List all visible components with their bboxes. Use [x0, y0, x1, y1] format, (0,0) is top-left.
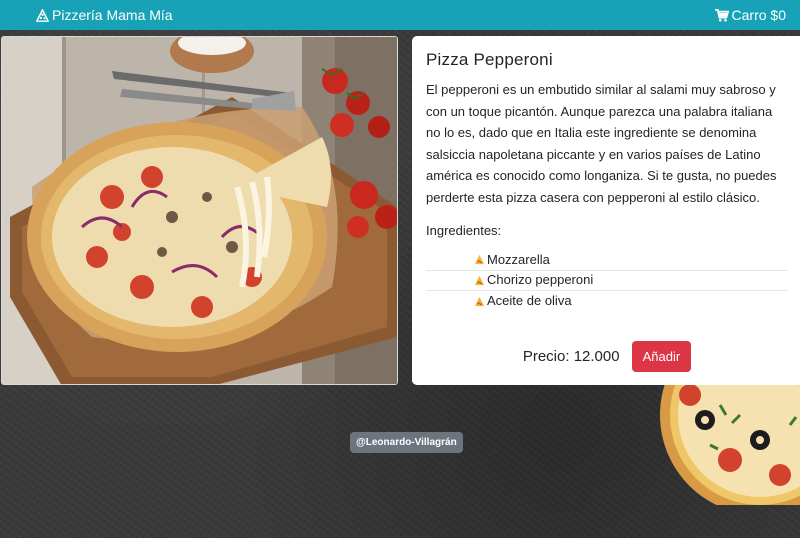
product-image: [1, 36, 398, 385]
pizza-slice-icon: [474, 275, 485, 285]
list-item: Aceite de oliva: [426, 291, 788, 312]
navbar: Pizzería Mama Mía Carro $0: [0, 0, 800, 30]
credit-badge: @Leonardo-Villagrán: [350, 432, 463, 453]
price-label: Precio: 12.000: [522, 347, 620, 365]
list-item: Mozzarella: [426, 250, 788, 271]
ingredient-name: Aceite de oliva: [487, 293, 572, 309]
cart-label: Carro $0: [731, 7, 786, 23]
decorative-pizza-image: [650, 385, 800, 505]
brand-link[interactable]: Pizzería Mama Mía: [36, 7, 173, 23]
price-row: Precio: 12.000 Añadir: [426, 340, 788, 372]
add-button[interactable]: Añadir: [631, 340, 692, 372]
pizza-icon: [36, 8, 49, 22]
ingredient-name: Chorizo pepperoni: [487, 272, 594, 288]
ingredient-name: Mozzarella: [487, 251, 550, 267]
ingredients-label: Ingredientes:: [426, 223, 502, 238]
pizza-slice-icon: [474, 255, 485, 265]
product-description: El pepperoni es un embutido similar al s…: [426, 82, 777, 205]
cart-icon: [714, 8, 729, 22]
list-item: Chorizo pepperoni: [426, 271, 788, 291]
cart-link[interactable]: Carro $0: [714, 7, 786, 23]
product-title: Pizza Pepperoni: [426, 50, 553, 69]
pizza-slice-icon: [474, 296, 485, 306]
brand-name: Pizzería Mama Mía: [52, 7, 173, 23]
product-card: Pizza Pepperoni El pepperoni es un embut…: [412, 36, 800, 385]
ingredients-list: Mozzarella Chorizo pepperoni Aceite de o…: [426, 250, 788, 312]
